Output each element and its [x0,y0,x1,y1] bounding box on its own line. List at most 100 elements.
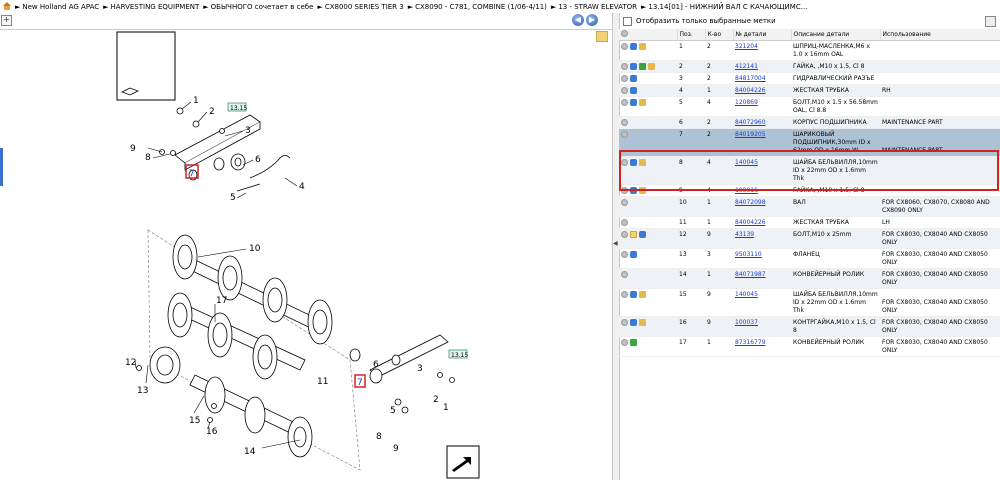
blue-action-icon[interactable] [630,63,637,70]
grey-action-icon[interactable] [621,119,628,126]
callout-12[interactable]: 12 [125,358,136,368]
blue-action-icon[interactable] [630,291,637,298]
grey-action-icon[interactable] [621,251,628,258]
callout-16[interactable]: 16 [206,427,218,437]
cell-part-number[interactable]: 84072960 [733,116,791,129]
breadcrumb-item[interactable]: ► HARVESTING EQUIPMENT [103,3,199,11]
callout-11[interactable]: 11 [317,377,328,387]
grey-action-icon[interactable] [621,43,628,50]
callout-6-lower[interactable]: 6 [373,360,379,370]
callout-2[interactable]: 2 [209,107,215,117]
header-part[interactable]: № детали [733,29,792,41]
callout-5[interactable]: 5 [230,193,236,203]
table-row[interactable]: 1 2 321204 ШПРИЦ-МАСЛЕНКА,M6 x 1.0 x 16mm O… [619,40,1000,61]
box-action-icon[interactable] [639,43,646,50]
cell-part-number[interactable]: 100016 [733,184,791,197]
callout-1[interactable]: 1 [193,96,199,106]
box-action-icon[interactable] [639,99,646,106]
callout-5-lower[interactable]: 5 [390,406,396,416]
table-row[interactable]: 5 4 120869 БОЛТ,M10 x 1.5 x 56.58mm OAL, Cl… [619,96,1000,117]
grey-action-icon[interactable] [621,99,628,106]
callout-15[interactable]: 15 [189,416,200,426]
box-action-icon[interactable] [639,319,646,326]
callout-10[interactable]: 10 [249,244,261,254]
table-row[interactable]: 6 2 84072960 КОРПУС ПОДШИПНИКА MAINTENANCE P… [619,116,1000,129]
grey-action-icon[interactable] [621,319,628,326]
doc-action-icon[interactable] [630,231,637,238]
table-row[interactable]: 3 2 84817004 ГИДРАВЛИЧЕСКИЙ РАЗЪЕ [619,72,1000,85]
callout-6[interactable]: 6 [255,155,261,165]
cell-part-number[interactable]: 412141 [733,60,791,73]
table-row[interactable]: 14 1 84071987 КОНВЕЙЕРНЫЙ РОЛИК FOR CX8030, … [619,268,1000,289]
cell-part-number[interactable]: 87316779 [733,336,791,357]
grey-action-icon[interactable] [621,159,628,166]
callout-2-lower[interactable]: 2 [433,395,439,405]
callout-3[interactable]: 3 [245,126,251,136]
blue-action-icon[interactable] [630,319,637,326]
table-row[interactable]: 12 9 43139 БОЛТ,M10 x 25mm FOR CX8030, CX804… [619,228,1000,249]
header-pos[interactable]: Поз. [677,29,706,41]
show-selected-checkbox[interactable] [623,16,632,26]
table-row[interactable]: 11 1 84004226 ЖЕСТКАЯ ТРУБКА LH [619,216,1000,229]
table-row[interactable]: 15 9 140045 ШАЙБА БЕЛЬВИЛЛЯ,10mm ID x 22mm … [619,288,1000,317]
breadcrumb-item[interactable]: ► 13 - STRAW ELEVATOR [551,3,637,11]
home-icon[interactable] [2,2,12,11]
back-arrow-icon[interactable]: ◀ [572,14,584,26]
box-action-icon[interactable] [639,291,646,298]
grey-action-icon[interactable] [621,339,628,346]
cell-part-number[interactable]: 140045 [733,156,791,185]
table-row[interactable]: 16 9 100037 КОНТРГАЙКА,M10 x 1.5, Cl 8 FOR C… [619,316,1000,337]
grey-action-icon[interactable] [621,291,628,298]
callout-9[interactable]: 9 [130,144,136,154]
expand-icon[interactable]: + [1,15,12,26]
callout-14[interactable]: 14 [244,447,256,457]
grey-action-icon[interactable] [621,187,628,194]
callout-8[interactable]: 8 [145,153,151,163]
table-row[interactable]: 10 1 84072098 ВАЛ FOR CX8060, CX8070, CX8080… [619,196,1000,217]
green-action-icon[interactable] [639,63,646,70]
box-action-icon[interactable] [648,63,655,70]
grey-action-icon[interactable] [621,199,628,206]
callout-7[interactable]: 7 [189,169,195,179]
box-action-icon[interactable] [639,187,646,194]
cell-part-number[interactable]: 84071987 [733,268,791,289]
cell-part-number[interactable]: 84072098 [733,196,791,217]
breadcrumb-item[interactable]: ► CX8090 - C781, COMBINE (1/06-4/11) [408,3,547,11]
callout-17[interactable]: 17 [216,296,227,306]
table-row[interactable]: 4 1 84004226 ЖЕСТКАЯ ТРУБКА RH [619,84,1000,97]
blue-action-icon[interactable] [630,251,637,258]
blue-action-icon[interactable] [630,43,637,50]
callout-9-lower[interactable]: 9 [393,444,399,454]
cell-part-number[interactable]: 140045 [733,288,791,317]
breadcrumb-item[interactable]: ► New Holland AG APAC [15,3,99,11]
header-qty[interactable]: К-во [705,29,734,41]
header-usage[interactable]: Использование [880,29,1000,41]
blue-action-icon[interactable] [630,87,637,94]
blue-action-icon[interactable] [630,187,637,194]
cell-part-number[interactable]: 84004226 [733,216,791,229]
callout-4[interactable]: 4 [299,182,305,192]
table-row[interactable]: 7 2 84019205 ШАРИКОВЫЙ ПОДШИПНИК,30mm ID x … [619,128,1000,157]
header-desc[interactable]: Описание детали [791,29,881,41]
cell-part-number[interactable]: 9503110 [733,248,791,269]
cell-part-number[interactable]: 84004226 [733,84,791,97]
grey-action-icon[interactable] [621,87,628,94]
table-row[interactable]: 8 4 140045 ШАЙБА БЕЛЬВИЛЛЯ,10mm ID x 22mm O… [619,156,1000,185]
grey-action-icon[interactable] [621,63,628,70]
breadcrumb-item[interactable]: ► CX8000 SERIES TIER 3 [317,3,403,11]
cell-part-number[interactable]: 100037 [733,316,791,337]
table-row[interactable]: 9 4 100016 ГАЙКА, ,M10 x 1.5, Cl 8 [619,184,1000,197]
callout-3-lower[interactable]: 3 [417,364,423,374]
options-icon[interactable] [985,16,996,27]
grey-action-icon[interactable] [621,271,628,278]
callout-1-lower[interactable]: 1 [443,403,449,413]
grey-action-icon[interactable] [621,131,628,138]
table-row[interactable]: 17 1 87316779 КОНВЕЙЕРНЫЙ РОЛИК FOR CX8030, … [619,336,1000,357]
grey-action-icon[interactable] [621,75,628,82]
table-row[interactable]: 2 2 412141 ГАЙКА, ,M10 x 1.5, Cl 8 [619,60,1000,73]
blue-action-icon[interactable] [630,99,637,106]
blue-action-icon[interactable] [639,231,646,238]
breadcrumb-item[interactable]: ► ОБЫЧНОГО сочетает в себе [203,3,313,11]
breadcrumb-item[interactable]: ► 13.14[01] - НИЖНИЙ ВАЛ С КАЧАЮЩИМС... [641,3,807,11]
callout-7-lower[interactable]: 7 [357,378,363,388]
